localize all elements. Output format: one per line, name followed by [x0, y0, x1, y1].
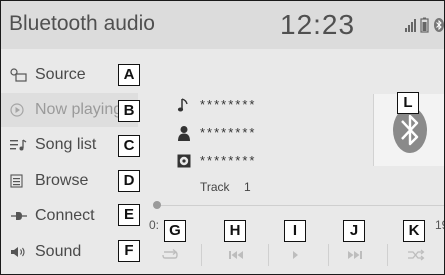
screen-border — [0, 0, 445, 275]
